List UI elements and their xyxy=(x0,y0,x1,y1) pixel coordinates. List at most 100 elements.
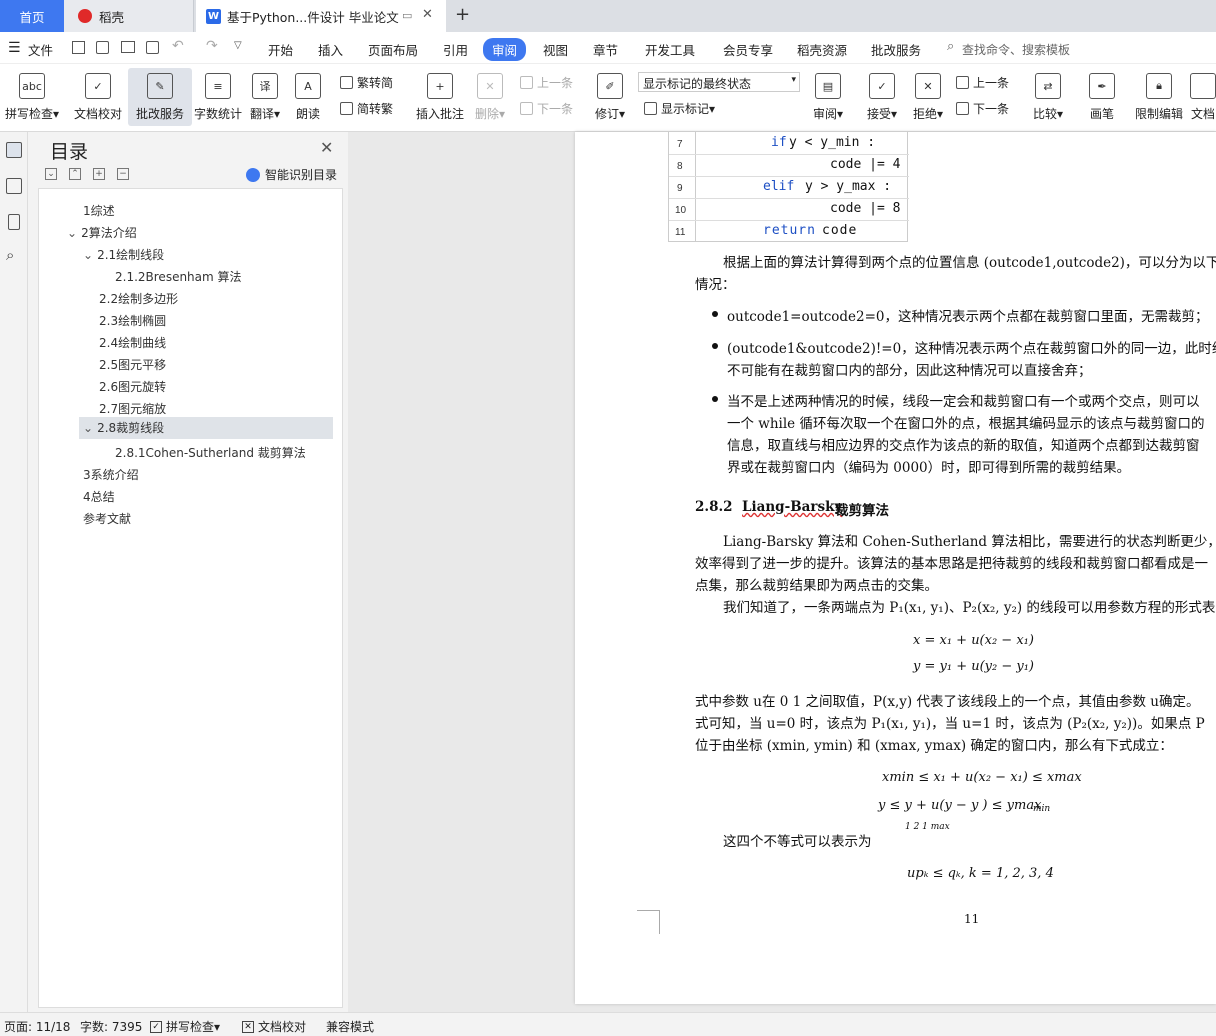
chevron-down-icon[interactable]: ▽ xyxy=(234,40,242,51)
menu-correction[interactable]: 批改服务 xyxy=(871,40,921,59)
menu-dev-tools[interactable]: 开发工具 xyxy=(645,40,695,59)
menu-daoke-resources[interactable]: 稻壳资源 xyxy=(797,40,847,59)
toc-item[interactable]: 2.8.1Cohen-Sutherland 裁剪算法 xyxy=(115,444,306,461)
revise-icon: ✐ xyxy=(597,73,623,99)
tab-document[interactable]: W 基于Python...件设计 毕业论文 ▭ ✕ xyxy=(196,0,446,32)
menu-section[interactable]: 章节 xyxy=(593,40,618,59)
prev-change-button[interactable]: 上一条 xyxy=(956,74,1009,91)
tab-float-icon[interactable]: ▭ xyxy=(402,9,412,22)
code-line: y > y_max : xyxy=(805,179,892,194)
chevron-down-icon[interactable]: ⌄ xyxy=(67,226,77,240)
toc-item[interactable]: 2.6图元旋转 xyxy=(99,378,166,395)
page-indicator[interactable]: 页面: 11/18 xyxy=(4,1018,70,1035)
menu-review[interactable]: 审阅 xyxy=(483,38,527,61)
expand-up-icon[interactable]: ⌃ xyxy=(69,168,81,180)
markup-state-select[interactable]: 显示标记的最终状态 ▾ xyxy=(638,72,800,92)
menu-file[interactable]: 文件 xyxy=(28,40,53,59)
command-search[interactable]: 查找命令、搜索模板 xyxy=(962,41,1070,58)
trad-to-simp-button[interactable]: 繁转简 xyxy=(340,74,393,91)
search-icon[interactable]: ⌕ xyxy=(6,246,14,264)
add-level-icon[interactable]: + xyxy=(93,168,105,180)
toc-item[interactable]: 2.4绘制曲线 xyxy=(99,334,166,351)
export-icon[interactable] xyxy=(96,41,109,54)
read-aloud-button[interactable]: A 朗读 xyxy=(284,68,332,126)
word-count[interactable]: 字数: 7395 xyxy=(80,1018,142,1035)
reject-button[interactable]: ✕ 拒绝▾ xyxy=(908,68,948,126)
smart-toc-label: 智能识别目录 xyxy=(265,168,338,182)
next-change-button[interactable]: 下一条 xyxy=(956,100,1009,117)
preview-icon[interactable] xyxy=(146,41,159,54)
review-pane-button[interactable]: ▤ 审阅▾ xyxy=(806,68,850,126)
toc-item[interactable]: 4总结 xyxy=(83,488,115,505)
spell-check-status[interactable]: ✓ 拼写检查 ▾ xyxy=(150,1018,220,1035)
prev-comment-button[interactable]: 上一条 xyxy=(520,74,573,91)
hamburger-icon[interactable]: ☰ xyxy=(8,40,21,56)
bookmark-icon[interactable] xyxy=(8,214,20,230)
paragraph-text: 根据上面的算法计算得到两个点的位置信息 (outcode1,outcode2)，… xyxy=(723,255,1216,271)
new-tab-button[interactable]: + xyxy=(455,4,470,25)
menu-layout[interactable]: 页面布局 xyxy=(368,40,418,59)
pen-button[interactable]: ✒ 画笔 xyxy=(1082,68,1122,126)
toc-item[interactable]: 2.5图元平移 xyxy=(99,356,166,373)
document-page[interactable]: 7 8 9 10 11 if y < y_min : code |= 4 eli… xyxy=(575,132,1216,1004)
save-icon[interactable] xyxy=(72,41,85,54)
toc-item-selected[interactable]: ⌄ 2.8裁剪线段 xyxy=(79,417,333,439)
undo-icon[interactable]: ↶ xyxy=(172,38,184,54)
tab-home[interactable]: 首页 xyxy=(0,0,64,32)
accept-button[interactable]: ✓ 接受▾ xyxy=(862,68,902,126)
menu-member[interactable]: 会员专享 xyxy=(723,40,773,59)
doc-rights-button[interactable]: 文档 xyxy=(1190,68,1216,126)
translate-button[interactable]: 译翻译▾ xyxy=(240,68,290,126)
compare-button[interactable]: ⇄ 比较▾ xyxy=(1028,68,1068,126)
paragraph-text: 式可知，当 u=0 时，该点为 P₁(x₁, y₁)，当 u=1 时，该点为 (… xyxy=(695,716,1205,732)
toc-item[interactable]: 2.1.2Bresenham 算法 xyxy=(115,268,242,285)
code-table: 7 8 9 10 11 if y < y_min : code |= 4 eli… xyxy=(668,132,909,242)
chevron-down-icon[interactable]: ⌄ xyxy=(83,248,93,262)
toc-item[interactable]: 2.3绘制椭圆 xyxy=(99,312,166,329)
code-divider xyxy=(695,132,696,242)
word-count-icon: ≡ xyxy=(205,73,231,99)
ribbon: abc 拼写检查▾ ✓ 文档校对 ✎ 批改服务 ≡ 字数统计 译翻译▾ A 朗读 繁转简 … xyxy=(0,64,1216,132)
toc-item[interactable]: 3系统介绍 xyxy=(83,466,139,483)
toc-item[interactable]: 2.2绘制多边形 xyxy=(99,290,178,307)
list-item: 界或在裁剪窗口内（编码为 0000）时，即可得到所需的裁剪结果。 xyxy=(727,460,1131,476)
print-icon[interactable] xyxy=(121,41,135,53)
restrict-edit-button[interactable]: 🔒︎ 限制编辑 xyxy=(1130,68,1188,126)
redo-icon[interactable]: ↷ xyxy=(206,38,218,54)
show-markup-button[interactable]: 显示标记 ▾ xyxy=(644,100,715,117)
toc-item[interactable]: 2.7图元缩放 xyxy=(99,400,166,417)
tab-daoke[interactable]: 稻壳 xyxy=(64,0,194,32)
menu-reference[interactable]: 引用 xyxy=(443,40,468,59)
next-comment-button[interactable]: 下一条 xyxy=(520,100,573,117)
close-icon[interactable]: ✕ xyxy=(320,138,333,157)
toc-item[interactable]: 1综述 xyxy=(83,202,115,219)
delete-comment-button[interactable]: ✕ 删除▾ xyxy=(470,68,510,126)
code-row-line xyxy=(669,220,909,221)
menu-insert[interactable]: 插入 xyxy=(318,40,343,59)
list-item: (outcode1&outcode2)!=0，这种情况表示两个点在裁剪窗口外的同… xyxy=(727,341,1216,357)
collapse-all-icon[interactable]: ⌄ xyxy=(45,168,57,180)
revise-button[interactable]: ✐ 修订▾ xyxy=(590,68,630,126)
menu-start[interactable]: 开始 xyxy=(268,40,293,59)
insert-comment-button[interactable]: + 插入批注 xyxy=(408,68,472,126)
doc-proof-button[interactable]: ✓ 文档校对 xyxy=(66,68,130,126)
nav-pane-icon[interactable] xyxy=(6,178,22,194)
doc-proof-status[interactable]: ✕ 文档校对 xyxy=(242,1018,306,1035)
simp-to-trad-button[interactable]: 简转繁 xyxy=(340,100,393,117)
toc-item[interactable]: ⌄ 2算法介绍 xyxy=(67,224,137,241)
tab-daoke-label: 稻壳 xyxy=(99,9,125,25)
spell-check-button[interactable]: abc 拼写检查▾ xyxy=(0,68,64,126)
toc-panel-icon[interactable] xyxy=(6,142,22,158)
simp-trad-icon xyxy=(340,102,353,115)
trad-simp-icon xyxy=(340,76,353,89)
toc-item[interactable]: 参考文献 xyxy=(83,510,131,527)
menu-view[interactable]: 视图 xyxy=(543,40,568,59)
correction-service-button[interactable]: ✎ 批改服务 xyxy=(128,68,192,126)
remove-level-icon[interactable]: − xyxy=(117,168,129,180)
tab-close-icon[interactable]: ✕ xyxy=(422,7,433,22)
chevron-down-icon[interactable]: ⌄ xyxy=(83,421,93,435)
paragraph-text: 效率得到了进一步的提升。该算法的基本思路是把待裁剪的线段和裁剪窗口都看成是一 xyxy=(695,556,1208,572)
section-title-rest: 裁剪算法 xyxy=(835,503,889,519)
smart-toc-button[interactable]: 智能识别目录 xyxy=(246,166,337,183)
toc-item[interactable]: ⌄ 2.1绘制线段 xyxy=(83,246,164,263)
